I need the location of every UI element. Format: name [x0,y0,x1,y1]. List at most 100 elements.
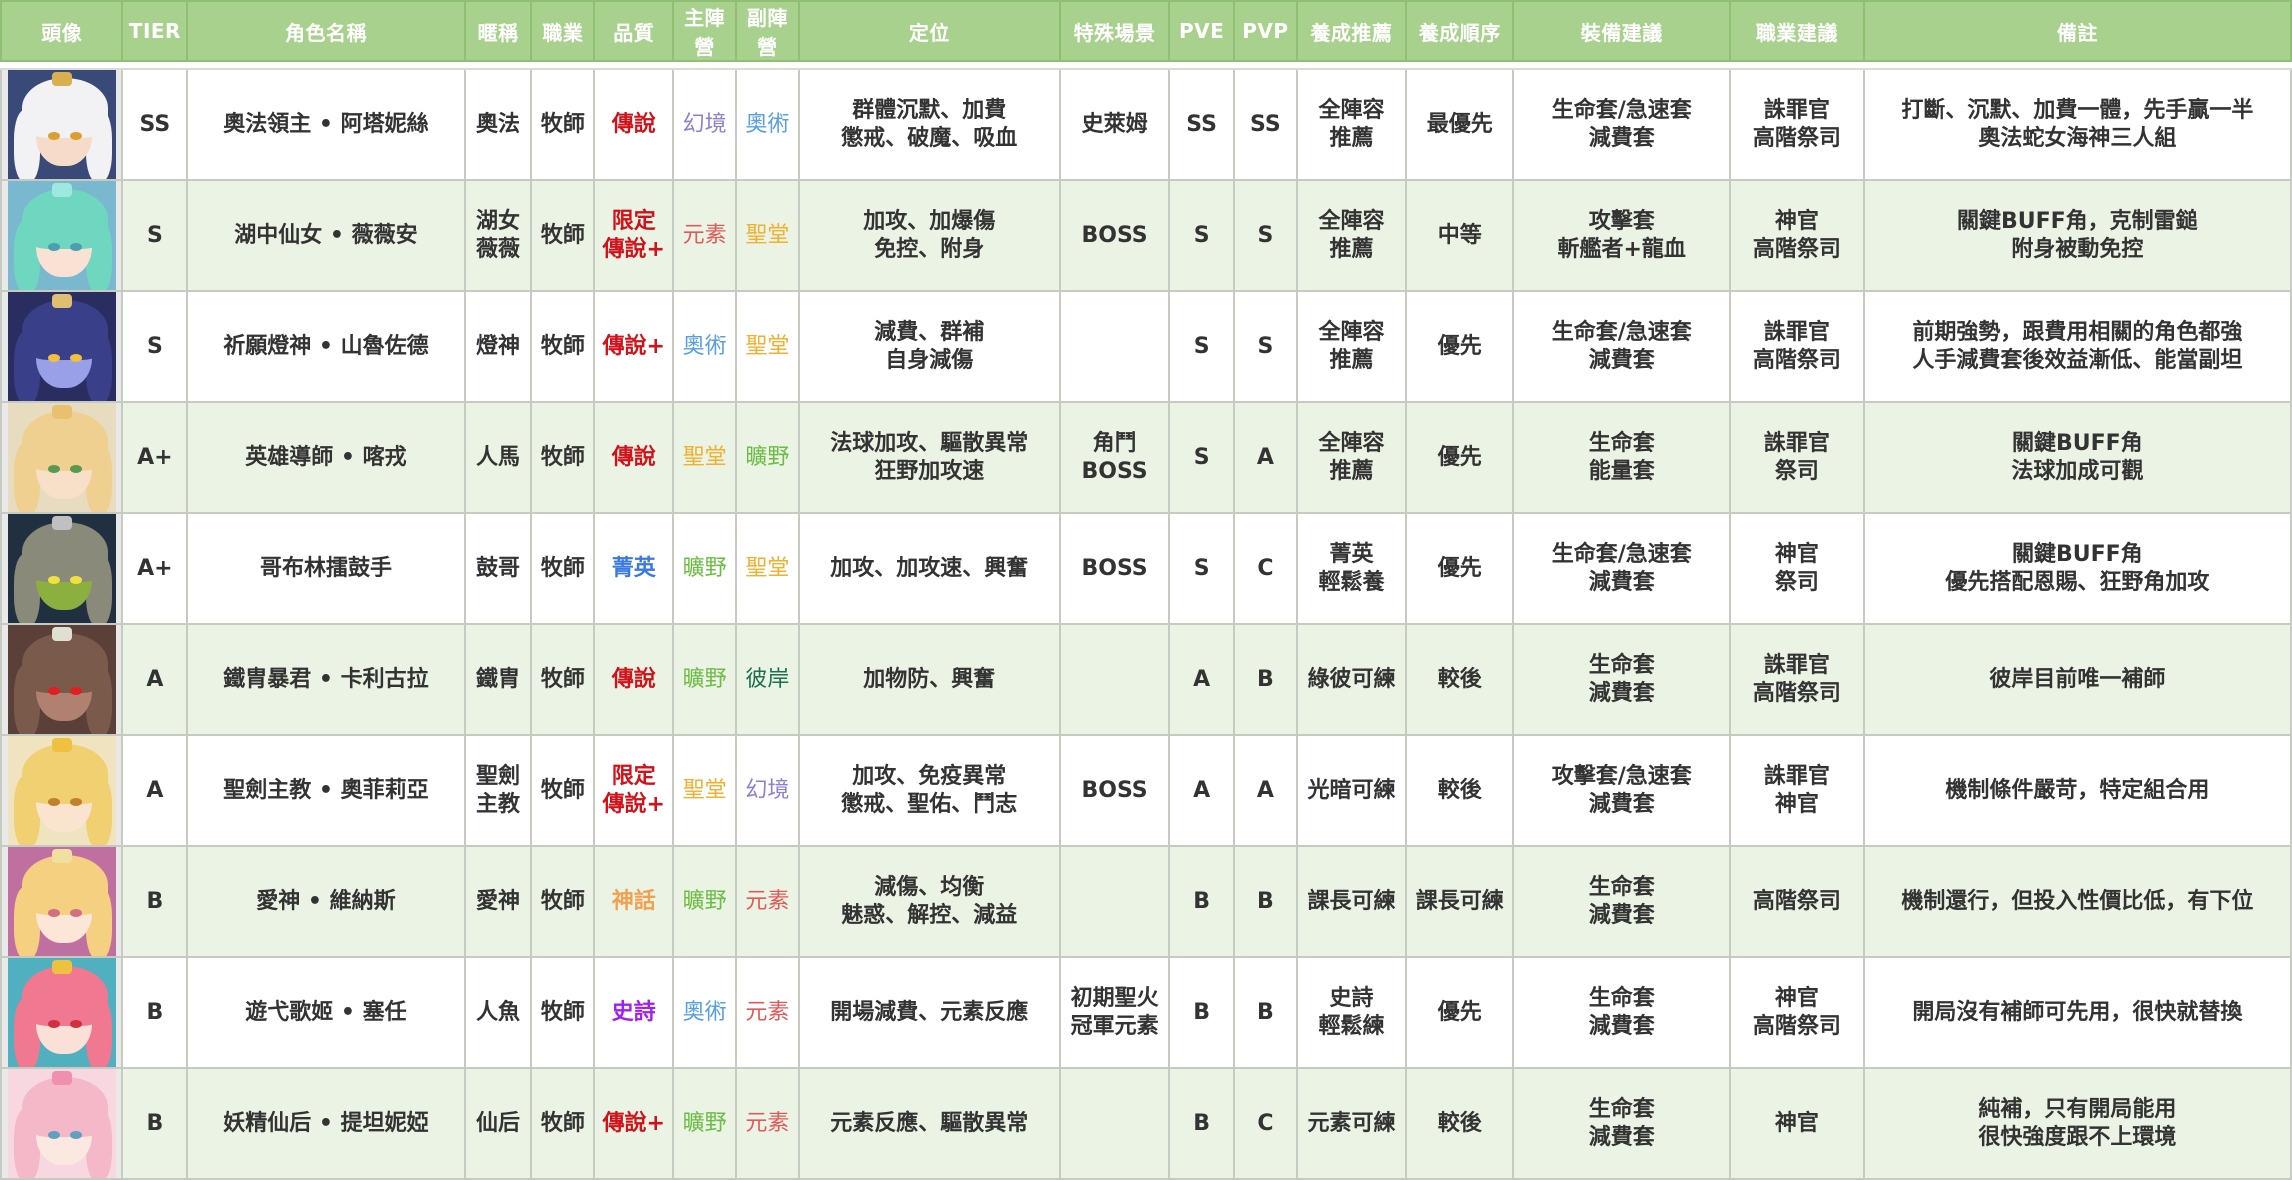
note-cell: 關鍵BUFF角 法球加成可觀 [1862,401,2292,514]
avatar-cell [0,512,124,625]
training-cell: 光暗可練 [1295,734,1408,847]
pvp-cell: B [1233,845,1298,958]
class-cell: 誅罪官 高階祭司 [1729,68,1865,181]
quality-cell: 限定 傳說+ [593,734,675,847]
character-portrait [7,182,116,289]
role-cell: 法球加攻、驅散異常 狂野加攻速 [797,401,1061,514]
role-cell: 減傷、均衡 魅惑、解控、減益 [797,845,1061,958]
equipment-cell: 生命套/急速套 減費套 [1512,290,1732,403]
pvp-cell: SS [1233,68,1298,181]
order-cell: 較後 [1405,1067,1515,1180]
quality-cell: 限定 傳說+ [593,179,675,292]
class-cell: 誅罪官 高階祭司 [1729,623,1865,736]
header-equipment: 裝備建議 [1512,0,1732,62]
table-row: A 鐵胄暴君 • 卡利古拉 鐵胄 牧師 傳說 曠野 彼岸 加物防、興奮 A B 綠彼可練 較後 生命套 … [0,623,2292,736]
main-faction-cell: 奧術 [672,956,737,1069]
class-cell: 誅罪官 祭司 [1729,401,1865,514]
sub-faction-cell: 聖堂 [734,512,800,625]
nickname-cell: 人馬 [463,401,533,514]
order-cell: 中等 [1405,179,1515,292]
sub-faction-cell: 元素 [734,956,800,1069]
note-cell: 打斷、沉默、加費一體，先手贏一半 奧法蛇女海神三人組 [1862,68,2292,181]
avatar-cell [0,845,124,958]
note-cell: 開局沒有補師可先用，很快就替換 [1862,956,2292,1069]
training-cell: 課長可練 [1295,845,1408,958]
role-cell: 開場減費、元素反應 [797,956,1061,1069]
role-cell: 元素反應、驅散異常 [797,1067,1061,1180]
equipment-cell: 攻擊套 斬艦者+龍血 [1512,179,1732,292]
header-name: 角色名稱 [186,0,466,62]
table-row: A+ 英雄導師 • 喀戎 人馬 牧師 傳說 聖堂 曠野 法球加攻、驅散異常 狂野加攻速 角鬥 B… [0,401,2292,514]
nickname-cell: 奧法 [463,68,533,181]
header-main-faction: 主陣營 [672,0,737,62]
header-role: 定位 [797,0,1061,62]
scene-cell: BOSS [1058,734,1171,847]
avatar-cell [0,1067,124,1180]
sub-faction-cell: 元素 [734,845,800,958]
order-cell: 課長可練 [1405,845,1515,958]
name-cell: 祈願燈神 • 山魯佐德 [186,290,466,403]
sub-faction-cell: 幻境 [734,734,800,847]
order-cell: 較後 [1405,734,1515,847]
avatar-cell [0,734,124,847]
avatar-cell [0,290,124,403]
table-body: SS 奧法領主 • 阿塔妮絲 奧法 牧師 傳說 幻境 奧術 群體沉默、加費 懲戒、破魔、吸血史… [0,68,2292,1180]
header-class-advice: 職業建議 [1729,0,1865,62]
header-pve: PVE [1168,0,1236,62]
class-cell: 神官 高階祭司 [1729,956,1865,1069]
equipment-cell: 生命套/急速套 減費套 [1512,512,1732,625]
tier-cell: B [121,845,189,958]
job-cell: 牧師 [530,290,596,403]
order-cell: 優先 [1405,401,1515,514]
training-cell: 全陣容 推薦 [1295,401,1408,514]
header-avatar: 頭像 [0,0,124,62]
pvp-cell: C [1233,512,1298,625]
table-row: B 愛神 • 維納斯 愛神 牧師 神話 曠野 元素 減傷、均衡 魅惑、解控、減益 B B 課長可練課… [0,845,2292,958]
quality-cell: 傳說+ [593,290,675,403]
avatar-cell [0,68,124,181]
character-portrait [7,515,116,622]
scene-cell [1058,623,1171,736]
nickname-cell: 仙后 [463,1067,533,1180]
name-cell: 愛神 • 維納斯 [186,845,466,958]
main-faction-cell: 曠野 [672,512,737,625]
pvp-cell: B [1233,623,1298,736]
name-cell: 湖中仙女 • 薇薇安 [186,179,466,292]
training-cell: 元素可練 [1295,1067,1408,1180]
tier-cell: B [121,956,189,1069]
character-portrait [7,959,116,1066]
character-portrait [7,1070,116,1177]
name-cell: 英雄導師 • 喀戎 [186,401,466,514]
training-cell: 全陣容 推薦 [1295,68,1408,181]
avatar-cell [0,956,124,1069]
note-cell: 機制條件嚴苛，特定組合用 [1862,734,2292,847]
pvp-cell: S [1233,179,1298,292]
tier-cell: S [121,290,189,403]
pve-cell: A [1168,734,1236,847]
main-faction-cell: 曠野 [672,845,737,958]
tier-cell: A [121,734,189,847]
quality-cell: 史詩 [593,956,675,1069]
equipment-cell: 生命套 減費套 [1512,623,1732,736]
class-cell: 神官 祭司 [1729,512,1865,625]
scene-cell [1058,290,1171,403]
order-cell: 優先 [1405,956,1515,1069]
nickname-cell: 湖女 薇薇 [463,179,533,292]
tier-cell: B [121,1067,189,1180]
pvp-cell: C [1233,1067,1298,1180]
name-cell: 鐵胄暴君 • 卡利古拉 [186,623,466,736]
header-row: 頭像 TIER 角色名稱 暱稱 職業 品質 主陣營 副陣營 定位 特殊場景 PVE PVP 養成推薦 養成… [0,0,2292,62]
class-cell: 高階祭司 [1729,845,1865,958]
name-cell: 妖精仙后 • 提坦妮婭 [186,1067,466,1180]
character-portrait [7,71,116,178]
name-cell: 哥布林擂鼓手 [186,512,466,625]
job-cell: 牧師 [530,623,596,736]
training-cell: 全陣容 推薦 [1295,179,1408,292]
sub-faction-cell: 聖堂 [734,179,800,292]
character-portrait [7,737,116,844]
sub-faction-cell: 曠野 [734,401,800,514]
tier-cell: A+ [121,512,189,625]
quality-cell: 傳說+ [593,1067,675,1180]
quality-cell: 傳說 [593,68,675,181]
role-cell: 加攻、免疫異常 懲戒、聖佑、鬥志 [797,734,1061,847]
